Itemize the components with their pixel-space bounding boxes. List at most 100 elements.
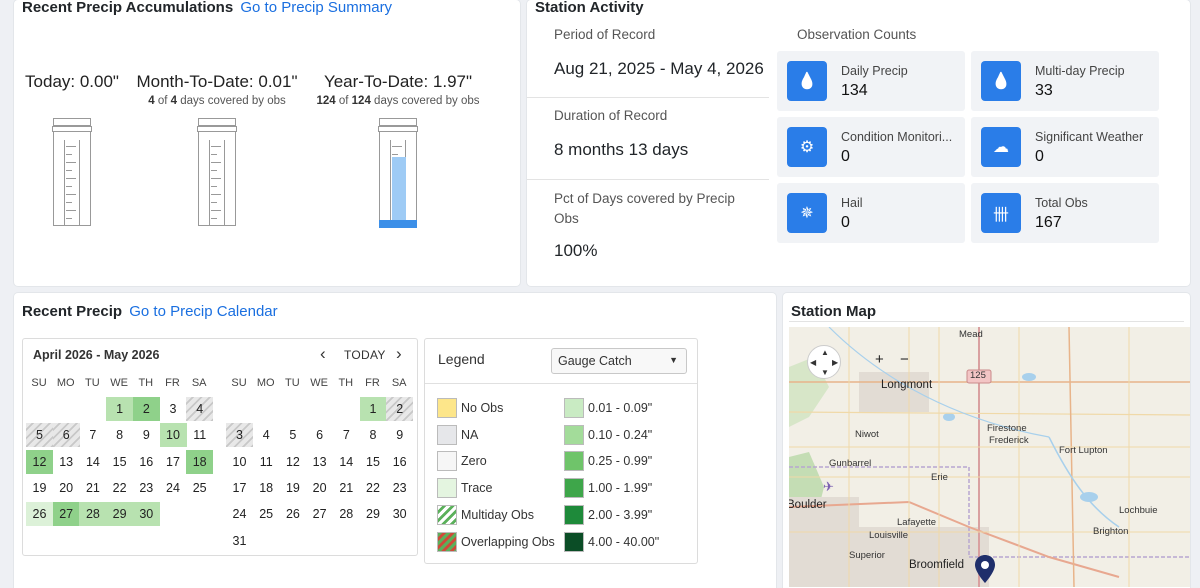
calendar-day[interactable]: 31 <box>226 529 253 553</box>
station-map[interactable]: ▲ ◀ ▶ ▼ + − Mead Longmont Niwot Firestone Fr… <box>789 327 1190 587</box>
calendar-day[interactable]: 15 <box>360 450 387 474</box>
calendar-day[interactable]: 27 <box>52 502 80 527</box>
calendar-day[interactable]: 17 <box>226 476 253 500</box>
calendar-day[interactable]: 28 <box>333 502 360 526</box>
calendar-day[interactable]: 20 <box>306 476 333 500</box>
station-marker-icon[interactable] <box>975 555 995 583</box>
calendar-day[interactable]: 1 <box>359 397 387 421</box>
legend-panel: Legend Gauge Catch ▼ No Obs NA Zero Trace Mu… <box>424 338 698 564</box>
calendar-day[interactable]: 1 <box>106 397 134 421</box>
calendar-day[interactable]: 26 <box>279 502 306 526</box>
obs-name: Hail <box>841 196 863 210</box>
arrow-left-icon: ◀ <box>810 358 817 367</box>
calendar-day[interactable]: 13 <box>306 450 333 474</box>
calendar-day[interactable]: 29 <box>360 502 387 526</box>
zoom-in-button[interactable]: + <box>875 351 884 368</box>
calendar-day[interactable]: 3 <box>160 397 187 421</box>
calendar-day[interactable]: 9 <box>133 423 160 447</box>
calendar-day[interactable]: 5 <box>279 423 306 447</box>
calendar-day[interactable]: 30 <box>386 502 413 526</box>
arrow-right-icon: ▶ <box>832 358 839 367</box>
calendar-day[interactable]: 3 <box>226 423 253 448</box>
recent-precip-heading: Recent Precip <box>22 303 123 320</box>
calendar-day[interactable]: 20 <box>53 476 80 500</box>
zoom-out-button[interactable]: − <box>900 351 909 368</box>
calendar-day[interactable]: 12 <box>26 449 53 474</box>
calendar-day[interactable]: 17 <box>160 450 187 474</box>
calendar-day[interactable]: 23 <box>133 476 160 500</box>
calendar-day[interactable]: 13 <box>53 450 80 474</box>
divider <box>789 321 1184 322</box>
calendar-day[interactable]: 8 <box>106 423 133 447</box>
calendar-day[interactable]: 2 <box>386 397 414 421</box>
drop-icon: 💧 <box>787 61 827 101</box>
gauge-tick <box>211 170 217 171</box>
calendar-day[interactable]: 11 <box>186 423 213 447</box>
weekday-label: TH <box>338 377 354 389</box>
calendar-day[interactable]: 12 <box>279 450 306 474</box>
caret-down-icon: ▼ <box>669 355 678 365</box>
legend-swatch <box>437 424 457 445</box>
calendar-day[interactable]: 21 <box>79 476 106 500</box>
calendar-range: April 2026 - May 2026 <box>33 348 160 362</box>
calendar-day[interactable]: 10 <box>226 450 253 474</box>
airport-icon: ✈ <box>823 479 834 494</box>
calendar-day[interactable]: 25 <box>186 476 213 500</box>
calendar-day[interactable]: 16 <box>386 450 413 474</box>
calendar-day[interactable]: 15 <box>106 450 133 474</box>
calendar-next-button[interactable]: › <box>396 344 402 364</box>
calendar-day[interactable]: 23 <box>386 476 413 500</box>
calendar-day[interactable]: 22 <box>106 476 133 500</box>
calendar-day[interactable]: 10 <box>159 423 187 448</box>
gauge-tick <box>66 154 72 155</box>
gauge-tick <box>211 194 221 195</box>
calendar-day[interactable]: 18 <box>186 449 214 474</box>
gauge-tick <box>211 162 221 163</box>
precip-calendar-link[interactable]: Go to Precip Calendar <box>129 303 277 320</box>
calendar-day[interactable]: 24 <box>226 502 253 526</box>
calendar-prev-button[interactable]: ‹ <box>320 344 326 364</box>
calendar-day[interactable]: 6 <box>306 423 333 447</box>
calendar-day[interactable]: 14 <box>79 450 106 474</box>
pct-value: 100% <box>554 241 598 260</box>
legend-mode-select[interactable]: Gauge Catch ▼ <box>551 348 687 374</box>
calendar-day[interactable]: 29 <box>106 502 134 527</box>
pan-control[interactable]: ▲ ◀ ▶ ▼ <box>807 345 841 379</box>
observation-counts-label: Observation Counts <box>797 27 917 42</box>
calendar-day[interactable]: 11 <box>253 450 280 474</box>
calendar-day[interactable]: 5 <box>26 423 53 448</box>
calendar-day[interactable]: 18 <box>253 476 280 500</box>
obs-name: Daily Precip <box>841 64 908 78</box>
map-place-label: Frederick <box>989 435 1029 446</box>
calendar-day[interactable]: 8 <box>360 423 387 447</box>
calendar-day[interactable]: 19 <box>279 476 306 500</box>
weekday-label: WE <box>310 377 328 389</box>
calendar-day[interactable]: 19 <box>26 476 53 500</box>
calendar-day[interactable]: 6 <box>52 423 80 448</box>
calendar-day[interactable]: 7 <box>333 423 360 447</box>
calendar-day[interactable]: 30 <box>132 502 160 527</box>
tally-icon: 卌 <box>981 193 1021 233</box>
station-activity-card: Station Activity Period of Record Aug 21… <box>527 0 1190 286</box>
calendar-day[interactable]: 25 <box>253 502 280 526</box>
gauge-inner-tube <box>64 140 80 226</box>
legend-label: Overlapping Obs <box>461 534 555 549</box>
calendar-day[interactable]: 16 <box>133 450 160 474</box>
calendar-day[interactable]: 7 <box>79 423 106 447</box>
calendar-day[interactable]: 4 <box>253 423 280 447</box>
calendar-day[interactable]: 26 <box>26 502 53 527</box>
calendar-day[interactable]: 21 <box>333 476 360 500</box>
calendar-day[interactable]: 24 <box>160 476 187 500</box>
calendar-day[interactable]: 4 <box>186 397 214 421</box>
calendar-day[interactable]: 27 <box>306 502 333 526</box>
calendar-day[interactable]: 14 <box>333 450 360 474</box>
calendar-day[interactable]: 9 <box>386 423 413 447</box>
legend-title: Legend <box>438 351 485 367</box>
precip-summary-link[interactable]: Go to Precip Summary <box>240 0 392 16</box>
calendar-day[interactable]: 22 <box>360 476 387 500</box>
calendar-day[interactable]: 28 <box>79 502 107 527</box>
calendar-today-button[interactable]: TODAY <box>344 348 386 362</box>
gauge-tick <box>392 154 398 155</box>
calendar-day[interactable]: 2 <box>132 397 160 421</box>
ytd-gauge <box>378 118 418 228</box>
